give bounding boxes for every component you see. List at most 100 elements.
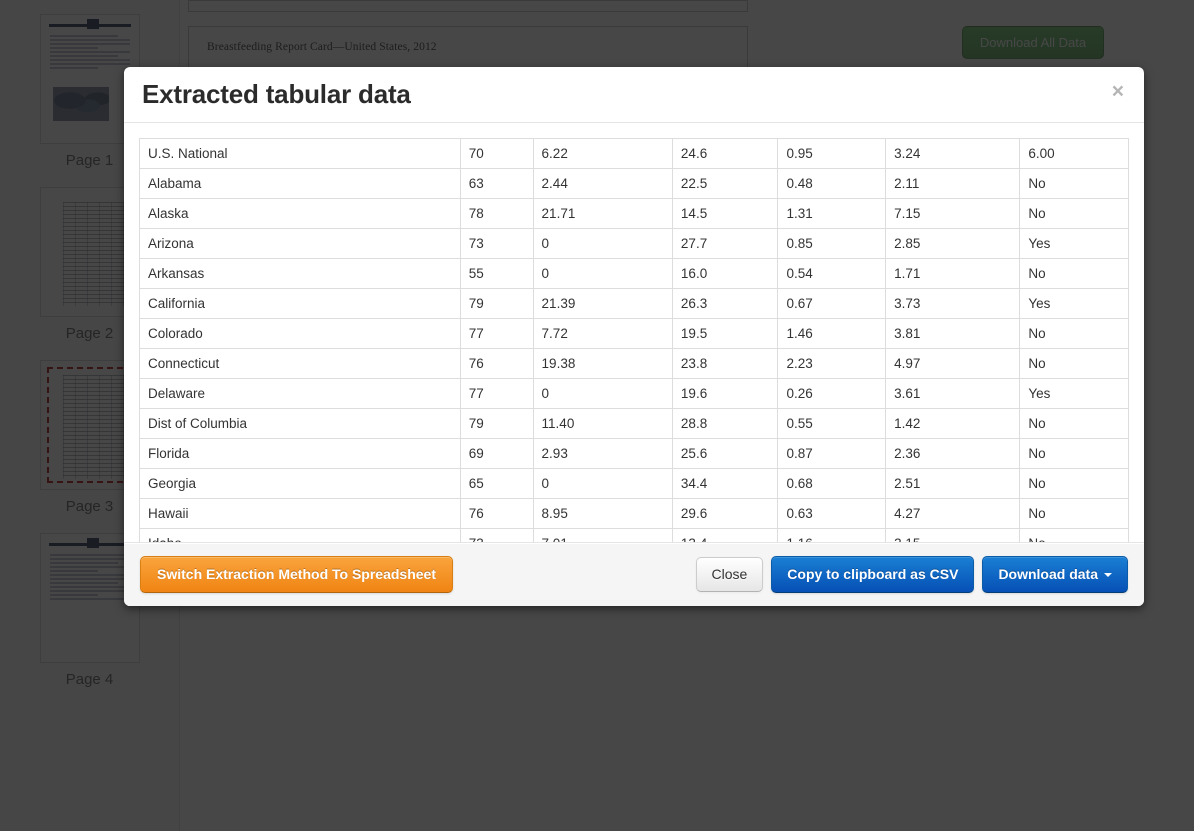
table-cell-6: 6.00: [1019, 138, 1129, 169]
table-cell-5: 2.36: [885, 438, 1021, 469]
table-cell-3: 34.4: [671, 468, 779, 499]
table-cell-6: No: [1019, 528, 1129, 542]
table-cell-2: 11.40: [532, 408, 673, 439]
extracted-data-modal: Extracted tabular data × U.S. National 70…: [124, 67, 1144, 606]
modal-header: Extracted tabular data ×: [124, 67, 1144, 123]
table-cell-5: 2.51: [885, 468, 1021, 499]
table-cell-3: 13.4: [671, 528, 779, 542]
table-cell-1: 69: [459, 438, 534, 469]
table-cell-2: 2.44: [532, 168, 673, 199]
table-cell-5: 1.71: [885, 258, 1021, 289]
table-cell-4: 0.68: [777, 468, 887, 499]
switch-extraction-method-button[interactable]: Switch Extraction Method To Spreadsheet: [140, 556, 454, 593]
table-cell-2: 8.95: [532, 498, 673, 529]
close-button[interactable]: Close: [695, 557, 764, 592]
table-row[interactable]: Alaska 78 21.71 14.5 1.31 7.15 No: [139, 198, 1129, 229]
table-cell-4: 0.67: [777, 288, 887, 319]
table-cell-5: 3.24: [885, 138, 1021, 169]
table-cell-6: No: [1019, 468, 1129, 499]
table-cell-1: 77: [459, 378, 534, 409]
table-cell-3: 25.6: [671, 438, 779, 469]
table-cell-4: 1.16: [777, 528, 887, 542]
table-row[interactable]: Alabama 63 2.44 22.5 0.48 2.11 No: [139, 168, 1129, 199]
table-cell-3: 28.8: [671, 408, 779, 439]
table-cell-4: 0.54: [777, 258, 887, 289]
table-cell-3: 26.3: [671, 288, 779, 319]
table-row[interactable]: Connecticut 76 19.38 23.8 2.23 4.97 No: [139, 348, 1129, 379]
chevron-down-icon: [1104, 573, 1112, 578]
table-row[interactable]: Delaware 77 0 19.6 0.26 3.61 Yes: [139, 378, 1129, 409]
table-cell-2: 6.22: [532, 138, 673, 169]
table-row[interactable]: Georgia 65 0 34.4 0.68 2.51 No: [139, 468, 1129, 499]
table-cell-5: 3.15: [885, 528, 1021, 542]
table-cell-1: 55: [459, 258, 534, 289]
table-cell-2: 2.93: [532, 438, 673, 469]
table-row[interactable]: Colorado 77 7.72 19.5 1.46 3.81 No: [139, 318, 1129, 349]
table-cell-3: 22.5: [671, 168, 779, 199]
table-cell-1: 73: [459, 528, 534, 542]
table-cell-0: Alaska: [139, 198, 461, 229]
table-cell-0: Florida: [139, 438, 461, 469]
table-cell-6: No: [1019, 258, 1129, 289]
table-cell-6: No: [1019, 498, 1129, 529]
modal-footer: Switch Extraction Method To Spreadsheet …: [124, 542, 1144, 606]
table-cell-3: 29.6: [671, 498, 779, 529]
table-cell-0: California: [139, 288, 461, 319]
table-cell-5: 3.61: [885, 378, 1021, 409]
table-cell-1: 70: [459, 138, 534, 169]
table-row[interactable]: Florida 69 2.93 25.6 0.87 2.36 No: [139, 438, 1129, 469]
page-title: Extracted tabular data: [142, 79, 411, 109]
table-cell-2: 19.38: [532, 348, 673, 379]
table-row[interactable]: Hawaii 76 8.95 29.6 0.63 4.27 No: [139, 498, 1129, 529]
close-icon[interactable]: ×: [1108, 79, 1128, 104]
table-cell-1: 79: [459, 288, 534, 319]
table-cell-5: 7.15: [885, 198, 1021, 229]
copy-csv-button[interactable]: Copy to clipboard as CSV: [771, 556, 975, 593]
table-cell-0: Arizona: [139, 228, 461, 259]
table-cell-4: 0.87: [777, 438, 887, 469]
table-cell-2: 21.39: [532, 288, 673, 319]
table-cell-3: 23.8: [671, 348, 779, 379]
table-cell-4: 1.31: [777, 198, 887, 229]
table-cell-1: 63: [459, 168, 534, 199]
table-cell-2: 7.01: [532, 528, 673, 542]
modal-body-scroll-area[interactable]: U.S. National 70 6.22 24.6 0.95 3.24 6.00 Alaba…: [124, 123, 1144, 542]
table-cell-5: 1.42: [885, 408, 1021, 439]
table-cell-1: 77: [459, 318, 534, 349]
table-row[interactable]: Idaho737.0113.41.163.15No: [139, 528, 1129, 542]
table-cell-3: 19.6: [671, 378, 779, 409]
table-cell-4: 0.48: [777, 168, 887, 199]
table-cell-2: 0: [532, 378, 673, 409]
table-cell-3: 16.0: [671, 258, 779, 289]
table-cell-1: 65: [459, 468, 534, 499]
table-cell-0: Dist of Columbia: [139, 408, 461, 439]
table-cell-2: 0: [532, 468, 673, 499]
table-cell-2: 0: [532, 228, 673, 259]
table-row[interactable]: Arizona 73 0 27.7 0.85 2.85 Yes: [139, 228, 1129, 259]
table-cell-6: No: [1019, 168, 1129, 199]
table-cell-6: No: [1019, 198, 1129, 229]
table-cell-0: Connecticut: [139, 348, 461, 379]
table-cell-6: No: [1019, 348, 1129, 379]
table-cell-1: 73: [459, 228, 534, 259]
table-cell-3: 14.5: [671, 198, 779, 229]
table-cell-6: Yes: [1019, 228, 1129, 259]
table-cell-4: 0.63: [777, 498, 887, 529]
table-cell-1: 76: [459, 348, 534, 379]
table-cell-5: 4.97: [885, 348, 1021, 379]
download-data-button[interactable]: Download data: [982, 556, 1128, 593]
table-cell-1: 79: [459, 408, 534, 439]
table-row[interactable]: California 79 21.39 26.3 0.67 3.73 Yes: [139, 288, 1129, 319]
table-row[interactable]: Arkansas 55 0 16.0 0.54 1.71 No: [139, 258, 1129, 289]
table-row[interactable]: U.S. National 70 6.22 24.6 0.95 3.24 6.00: [139, 138, 1129, 169]
table-cell-4: 2.23: [777, 348, 887, 379]
table-cell-6: No: [1019, 408, 1129, 439]
table-cell-4: 0.26: [777, 378, 887, 409]
table-cell-2: 7.72: [532, 318, 673, 349]
table-cell-2: 21.71: [532, 198, 673, 229]
table-cell-0: U.S. National: [139, 138, 461, 169]
download-data-label: Download data: [998, 566, 1098, 583]
table-cell-1: 76: [459, 498, 534, 529]
table-row[interactable]: Dist of Columbia 79 11.40 28.8 0.55 1.42 No: [139, 408, 1129, 439]
table-cell-4: 0.85: [777, 228, 887, 259]
